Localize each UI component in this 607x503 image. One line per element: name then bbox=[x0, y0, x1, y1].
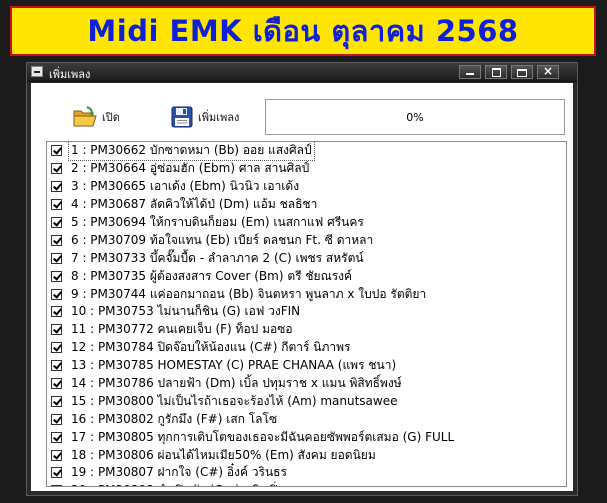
list-item[interactable]: 17 : PM30805 ทุกการเติบโตของเธอจะมีฉันคอ… bbox=[47, 428, 566, 446]
song-checkbox[interactable] bbox=[51, 181, 62, 193]
restore-button[interactable] bbox=[511, 65, 533, 79]
song-label: 3 : PM30665 เอาเด้ง (Ebm) นิวนิว เอาเด้ง bbox=[71, 179, 300, 194]
list-item[interactable]: 20 : PM30808 ลำเปิดตัว (Gm) หมิว ปิ่นทมา bbox=[47, 481, 566, 486]
song-checkbox[interactable] bbox=[51, 360, 62, 372]
maximize-button[interactable] bbox=[485, 65, 507, 79]
song-label: 12 : PM30784 ปิดจ๊อบให้น้องแน (C#) กีตาร… bbox=[71, 340, 351, 355]
song-checkbox[interactable] bbox=[51, 413, 62, 425]
song-label: 7 : PM30733 บึ้คจั๊มบื้ด - ลำลาภาค 2 (C)… bbox=[71, 250, 364, 265]
window-client: เปิด เพิ่มเพลง 0% 1 : PM30662 บักซาดหมา … bbox=[31, 83, 573, 491]
list-item[interactable]: 18 : PM30806 ผ่อนได้ไหมเมีย50% (Em) สังค… bbox=[47, 446, 566, 464]
song-checkbox[interactable] bbox=[51, 431, 62, 443]
song-label: 11 : PM30772 คนเคยเจ็บ (F) ท็อป มอซอ bbox=[71, 322, 293, 337]
song-label: 6 : PM30709 ท้อใจแทน (Eb) เบียร์ ดลชนก F… bbox=[71, 232, 374, 247]
song-checkbox[interactable] bbox=[51, 270, 62, 282]
add-songs-button-label: เพิ่มเพลง bbox=[198, 111, 240, 124]
song-checkbox[interactable] bbox=[51, 163, 62, 175]
list-item[interactable]: 1 : PM30662 บักซาดหมา (Bb) ออย แสงศิลป์ bbox=[47, 142, 566, 162]
window-title: เพิ่มเพลง bbox=[49, 69, 91, 81]
list-item[interactable]: 7 : PM30733 บึ้คจั๊มบื้ด - ลำลาภาค 2 (C)… bbox=[47, 249, 566, 267]
minimize-button[interactable] bbox=[459, 65, 481, 79]
song-checkbox[interactable] bbox=[51, 324, 62, 336]
song-label: 2 : PM30664 อู่ซ่อมฮัก (Ebm) ศาล สานศิลป… bbox=[71, 161, 310, 176]
song-label: 1 : PM30662 บักซาดหมา (Bb) ออย แสงศิลป์ bbox=[68, 142, 315, 162]
list-item[interactable]: 13 : PM30785 HOMESTAY (C) PRAE CHANAA (แ… bbox=[47, 357, 566, 375]
banner: Midi EMK เดือน ตุลาคม 2568 bbox=[10, 6, 596, 56]
song-checkbox[interactable] bbox=[51, 342, 62, 354]
list-item[interactable]: 19 : PM30807 ฝากใจ (C#) อิ๋งค์ วรินธร bbox=[47, 464, 566, 482]
open-button-label: เปิด bbox=[102, 111, 120, 124]
song-label: 8 : PM30735 ผู้ต้องสงสาร Cover (Bm) ตรี … bbox=[71, 268, 353, 283]
song-label: 9 : PM30744 แค่ออกมาถอน (Bb) จินตหรา พูน… bbox=[71, 286, 427, 301]
song-checkbox[interactable] bbox=[51, 234, 62, 246]
song-label: 20 : PM30808 ลำเปิดตัว (Gm) หมิว ปิ่นทมา bbox=[69, 481, 310, 486]
floppy-disk-icon bbox=[171, 106, 193, 128]
song-label: 5 : PM30694 ให้กราบดินก็ยอม (Em) เนสกาแฟ… bbox=[71, 215, 364, 230]
list-item[interactable]: 9 : PM30744 แค่ออกมาถอน (Bb) จินตหรา พูน… bbox=[47, 285, 566, 303]
song-checkbox[interactable] bbox=[51, 217, 62, 228]
song-checkbox[interactable] bbox=[51, 485, 62, 486]
song-label: 14 : PM30786 ปลายฟ้า (Dm) เบิ้ล ปทุมราช … bbox=[71, 376, 402, 391]
list-item[interactable]: 4 : PM30687 ลัดคิวให้ได้ป่ (Dm) แอ้ม ชลธ… bbox=[47, 196, 566, 214]
list-item[interactable]: 10 : PM30753 ไม่นานก็ชิน (G) เอฟ วงFIN bbox=[47, 303, 566, 321]
song-checkbox[interactable] bbox=[51, 378, 62, 390]
song-label: 4 : PM30687 ลัดคิวให้ได้ป่ (Dm) แอ้ม ชลธ… bbox=[71, 197, 318, 212]
song-checkbox[interactable] bbox=[51, 288, 62, 300]
song-checkbox[interactable] bbox=[51, 199, 62, 211]
close-icon: × bbox=[542, 64, 554, 78]
banner-title: Midi EMK เดือน ตุลาคม 2568 bbox=[87, 14, 519, 48]
song-label: 13 : PM30785 HOMESTAY (C) PRAE CHANAA (แ… bbox=[71, 358, 397, 373]
list-item[interactable]: 14 : PM30786 ปลายฟ้า (Dm) เบิ้ล ปทุมราช … bbox=[47, 375, 566, 393]
progress-bar: 0% bbox=[265, 99, 565, 135]
system-menu-icon[interactable] bbox=[31, 66, 43, 77]
song-checkbox[interactable] bbox=[51, 306, 62, 318]
add-songs-button[interactable]: เพิ่มเพลง bbox=[171, 105, 239, 129]
list-item[interactable]: 2 : PM30664 อู่ซ่อมฮัก (Ebm) ศาล สานศิลป… bbox=[47, 160, 566, 178]
progress-text: 0% bbox=[406, 110, 424, 124]
list-item[interactable]: 11 : PM30772 คนเคยเจ็บ (F) ท็อป มอซอ bbox=[47, 321, 566, 339]
song-checkbox[interactable] bbox=[51, 145, 62, 157]
close-button[interactable]: × bbox=[537, 64, 559, 79]
list-item[interactable]: 8 : PM30735 ผู้ต้องสงสาร Cover (Bm) ตรี … bbox=[47, 267, 566, 285]
song-label: 18 : PM30806 ผ่อนได้ไหมเมีย50% (Em) สังค… bbox=[71, 447, 376, 462]
list-item[interactable]: 16 : PM30802 กูรักมึง (F#) เสก โลโซ bbox=[47, 410, 566, 428]
add-songs-window: เพิ่มเพลง × เปิด เพิ่มเพลง 0% 1: PM3066… bbox=[26, 62, 578, 496]
song-checkbox[interactable] bbox=[51, 449, 62, 461]
open-button[interactable]: เปิด bbox=[73, 105, 120, 129]
song-checkbox[interactable] bbox=[51, 467, 62, 479]
song-checklist[interactable]: 1 : PM30662 บักซาดหมา (Bb) ออย แสงศิลป์ 2… bbox=[46, 141, 567, 487]
song-label: 15 : PM30800 ไม่เป็นไรถ้าเธอจะร้องไห้ (A… bbox=[71, 393, 398, 408]
song-checkbox[interactable] bbox=[51, 395, 62, 407]
toolbar: เปิด เพิ่มเพลง 0% bbox=[31, 83, 573, 137]
list-item[interactable]: 15 : PM30800 ไม่เป็นไรถ้าเธอจะร้องไห้ (A… bbox=[47, 392, 566, 410]
list-item[interactable]: 5 : PM30694 ให้กราบดินก็ยอม (Em) เนสกาแฟ… bbox=[47, 214, 566, 232]
song-label: 16 : PM30802 กูรักมึง (F#) เสก โลโซ bbox=[71, 411, 278, 426]
list-item[interactable]: 12 : PM30784 ปิดจ๊อบให้น้องแน (C#) กีตาร… bbox=[47, 339, 566, 357]
title-bar[interactable]: เพิ่มเพลง × bbox=[27, 63, 577, 82]
song-label: 17 : PM30805 ทุกการเติบโตของเธอจะมีฉันคอ… bbox=[71, 429, 455, 444]
song-label: 19 : PM30807 ฝากใจ (C#) อิ๋งค์ วรินธร bbox=[71, 465, 287, 480]
list-item[interactable]: 3 : PM30665 เอาเด้ง (Ebm) นิวนิว เอาเด้ง bbox=[47, 178, 566, 196]
folder-open-icon bbox=[73, 106, 97, 127]
list-item[interactable]: 6 : PM30709 ท้อใจแทน (Eb) เบียร์ ดลชนก F… bbox=[47, 231, 566, 249]
song-label: 10 : PM30753 ไม่นานก็ชิน (G) เอฟ วงFIN bbox=[71, 304, 301, 319]
song-checkbox[interactable] bbox=[51, 252, 62, 264]
